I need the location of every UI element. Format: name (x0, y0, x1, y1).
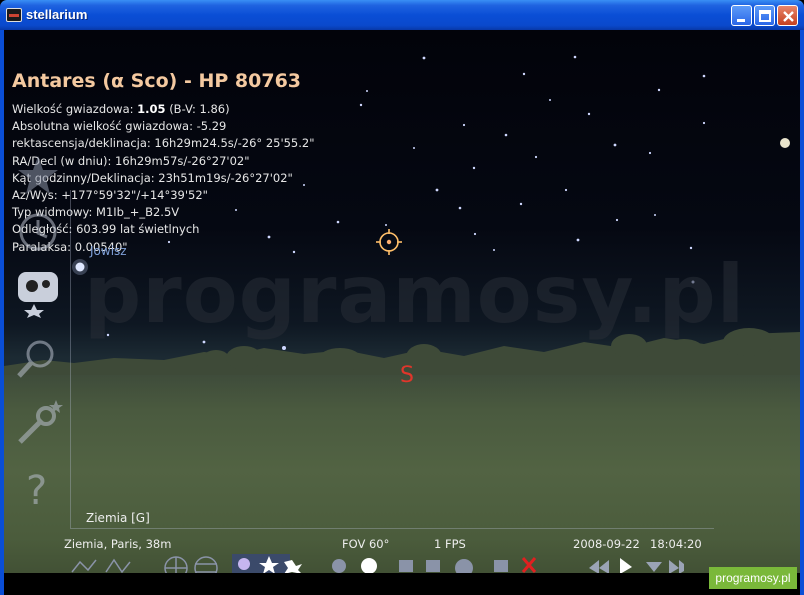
window-frame-right (800, 30, 804, 595)
planet-icon[interactable] (361, 558, 377, 574)
bottom-strip (4, 573, 800, 595)
help-icon[interactable]: ? (12, 462, 64, 514)
info-line: Absolutna wielkość gwiazdowa: -5.29 (12, 119, 227, 134)
clock-icon[interactable] (12, 206, 64, 258)
search-icon[interactable] (12, 332, 64, 384)
rewind-icon[interactable] (589, 560, 609, 574)
cardinal-south: S (400, 363, 414, 388)
status-date: 2008-09-22 (573, 537, 640, 551)
constellation-art-icon[interactable] (105, 558, 131, 574)
info-line-magnitude: Wielkość gwiazdowa: 1.05 (B-V: 1.86) (12, 102, 230, 116)
location-label: Ziemia [G] (86, 511, 150, 525)
minimize-button[interactable] (731, 5, 752, 26)
status-fov: FOV 60° (342, 537, 390, 551)
night-mode-icon[interactable] (455, 559, 473, 574)
play-icon[interactable] (620, 558, 632, 574)
app-icon (6, 8, 22, 22)
cardinal-points-icon[interactable] (426, 560, 440, 572)
atmosphere-icon[interactable] (399, 560, 413, 572)
close-window-button[interactable] (777, 5, 798, 26)
left-toolbar: ? (4, 140, 72, 520)
status-time: 18:04:20 (650, 537, 702, 551)
constellation-lines-icon[interactable] (71, 559, 97, 573)
quit-close-icon[interactable] (521, 557, 537, 573)
equatorial-grid-icon[interactable] (164, 556, 188, 574)
sky-view-icon[interactable] (12, 266, 64, 318)
object-title: Antares (α Sco) - HP 80763 (12, 70, 302, 92)
window-title: stellarium (26, 7, 88, 22)
jupiter-label: Jowisz (90, 244, 127, 258)
settings-wrench-icon[interactable] (12, 396, 64, 448)
star-window-icon[interactable] (12, 150, 64, 202)
svg-text:?: ? (26, 468, 47, 514)
real-time-icon[interactable] (646, 562, 662, 572)
fullscreen-icon[interactable] (494, 560, 508, 572)
azimuthal-grid-icon[interactable] (194, 556, 218, 574)
maximize-button[interactable] (754, 5, 775, 26)
status-location: Ziemia, Paris, 38m (64, 537, 172, 551)
status-fps: 1 FPS (434, 537, 466, 551)
sky-viewport[interactable]: programosy.pl Antares (α Sco) - HP 80763… (4, 30, 800, 595)
bottom-bar-edge (70, 528, 714, 529)
ground-icon[interactable] (332, 559, 346, 573)
programosy-badge[interactable]: programosy.pl (709, 567, 797, 589)
nebula-icon[interactable] (238, 558, 250, 570)
title-bar[interactable]: stellarium (0, 0, 804, 30)
bottom-toolbar (71, 554, 684, 574)
fast-forward-icon[interactable] (669, 560, 684, 574)
